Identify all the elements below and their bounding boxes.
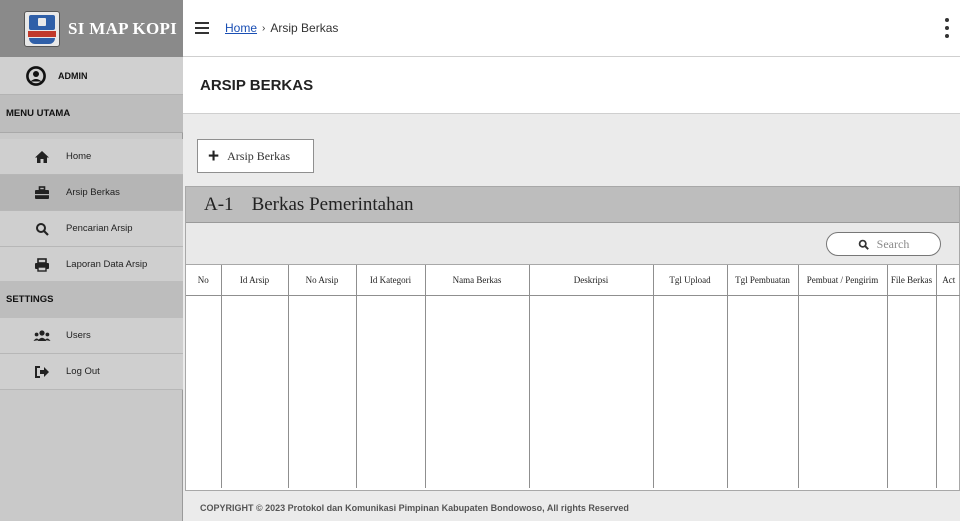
footer-copyright: COPYRIGHT © 2023 Protokol dan Komunikasi…: [200, 503, 629, 513]
breadcrumb-current: Arsip Berkas: [270, 21, 339, 35]
table-cell: [288, 295, 357, 488]
search-placeholder: Search: [876, 236, 910, 251]
panel-header: A-1 Berkas Pemerintahan: [186, 187, 959, 223]
users-icon: [32, 327, 52, 345]
page-title: ARSIP BERKAS: [200, 76, 314, 94]
printer-icon: [32, 256, 52, 274]
table-cell: [653, 295, 728, 488]
app-logo: [24, 10, 60, 47]
sidebar-item-log-out[interactable]: Log Out: [0, 354, 183, 390]
table-cell: [798, 295, 888, 488]
sidebar-item-laporan-data-arsip[interactable]: Laporan Data Arsip: [0, 247, 183, 283]
archive-panel: A-1 Berkas Pemerintahan Search No Id Ars…: [185, 186, 960, 491]
table-cell: [727, 295, 799, 488]
top-bar: Home › Arsip Berkas: [183, 0, 960, 57]
search-icon: [32, 220, 52, 238]
sidebar-item-users[interactable]: Users: [0, 318, 183, 354]
home-icon: [32, 148, 52, 166]
breadcrumb-home-link[interactable]: Home: [225, 21, 257, 35]
plus-icon: +: [208, 145, 220, 167]
sidebar-item-label: Laporan Data Arsip: [66, 259, 148, 270]
table-cell: [221, 295, 289, 488]
table-cell: [186, 295, 222, 488]
logout-icon: [32, 363, 52, 381]
column-header[interactable]: Nama Berkas: [425, 265, 530, 296]
brand-bar: SI MAP KOPI: [0, 0, 183, 57]
sidebar-item-label: Arsip Berkas: [66, 187, 120, 198]
more-options-icon[interactable]: [944, 18, 950, 38]
panel-title: Berkas Pemerintahan: [251, 193, 414, 215]
sidebar-item-pencarian-arsip[interactable]: Pencarian Arsip: [0, 211, 183, 247]
panel-code: A-1: [204, 193, 234, 215]
search-bar-row: Search: [186, 223, 959, 265]
table-cell: [887, 295, 937, 488]
table-row: [186, 295, 960, 488]
column-header[interactable]: Id Kategori: [356, 265, 426, 296]
user-profile[interactable]: ADMIN: [0, 57, 183, 95]
column-header[interactable]: Deskripsi: [529, 265, 654, 296]
sidebar-item-label: Pencarian Arsip: [66, 223, 133, 234]
user-name: ADMIN: [58, 70, 88, 81]
archive-table: No Id Arsip No Arsip Id Kategori Nama Be…: [186, 265, 960, 488]
main-content: + Arsip Berkas A-1 Berkas Pemerintahan S…: [183, 114, 960, 521]
search-input[interactable]: Search: [826, 232, 941, 256]
column-header[interactable]: File Berkas: [887, 265, 937, 296]
add-arsip-berkas-button[interactable]: + Arsip Berkas: [197, 139, 314, 173]
column-header[interactable]: Tgl Upload: [653, 265, 728, 296]
table-cell: [936, 295, 960, 488]
settings-section-title: SETTINGS: [0, 281, 183, 319]
sidebar-item-home[interactable]: Home: [0, 139, 183, 175]
app-title: SI MAP KOPI: [68, 18, 178, 38]
menu-section-title: MENU UTAMA: [0, 95, 183, 133]
column-header[interactable]: Tgl Pembuatan: [727, 265, 799, 296]
user-avatar-icon: [26, 65, 46, 86]
sidebar-item-label: Home: [66, 151, 92, 162]
column-header[interactable]: Id Arsip: [221, 265, 289, 296]
sidebar-item-label: Log Out: [66, 366, 100, 377]
add-button-label: Arsip Berkas: [227, 148, 291, 163]
breadcrumb: Home › Arsip Berkas: [225, 21, 338, 35]
sidebar-item-label: Users: [66, 330, 91, 341]
column-header[interactable]: Act: [936, 265, 960, 296]
table-cell: [529, 295, 654, 488]
hamburger-menu-icon[interactable]: [195, 22, 209, 34]
table-cell: [356, 295, 426, 488]
sidebar: SI MAP KOPI ADMIN MENU UTAMA Home Arsip …: [0, 0, 183, 521]
table-header-row: No Id Arsip No Arsip Id Kategori Nama Be…: [186, 265, 960, 296]
column-header[interactable]: Pembuat / Pengirim: [798, 265, 888, 296]
column-header[interactable]: No: [186, 265, 222, 296]
sidebar-item-arsip-berkas[interactable]: Arsip Berkas: [0, 175, 183, 211]
breadcrumb-separator-icon: ›: [262, 22, 266, 34]
table-cell: [425, 295, 530, 488]
page-header: ARSIP BERKAS: [183, 57, 960, 114]
column-header[interactable]: No Arsip: [288, 265, 357, 296]
search-icon: [858, 239, 869, 250]
briefcase-icon: [32, 184, 52, 202]
